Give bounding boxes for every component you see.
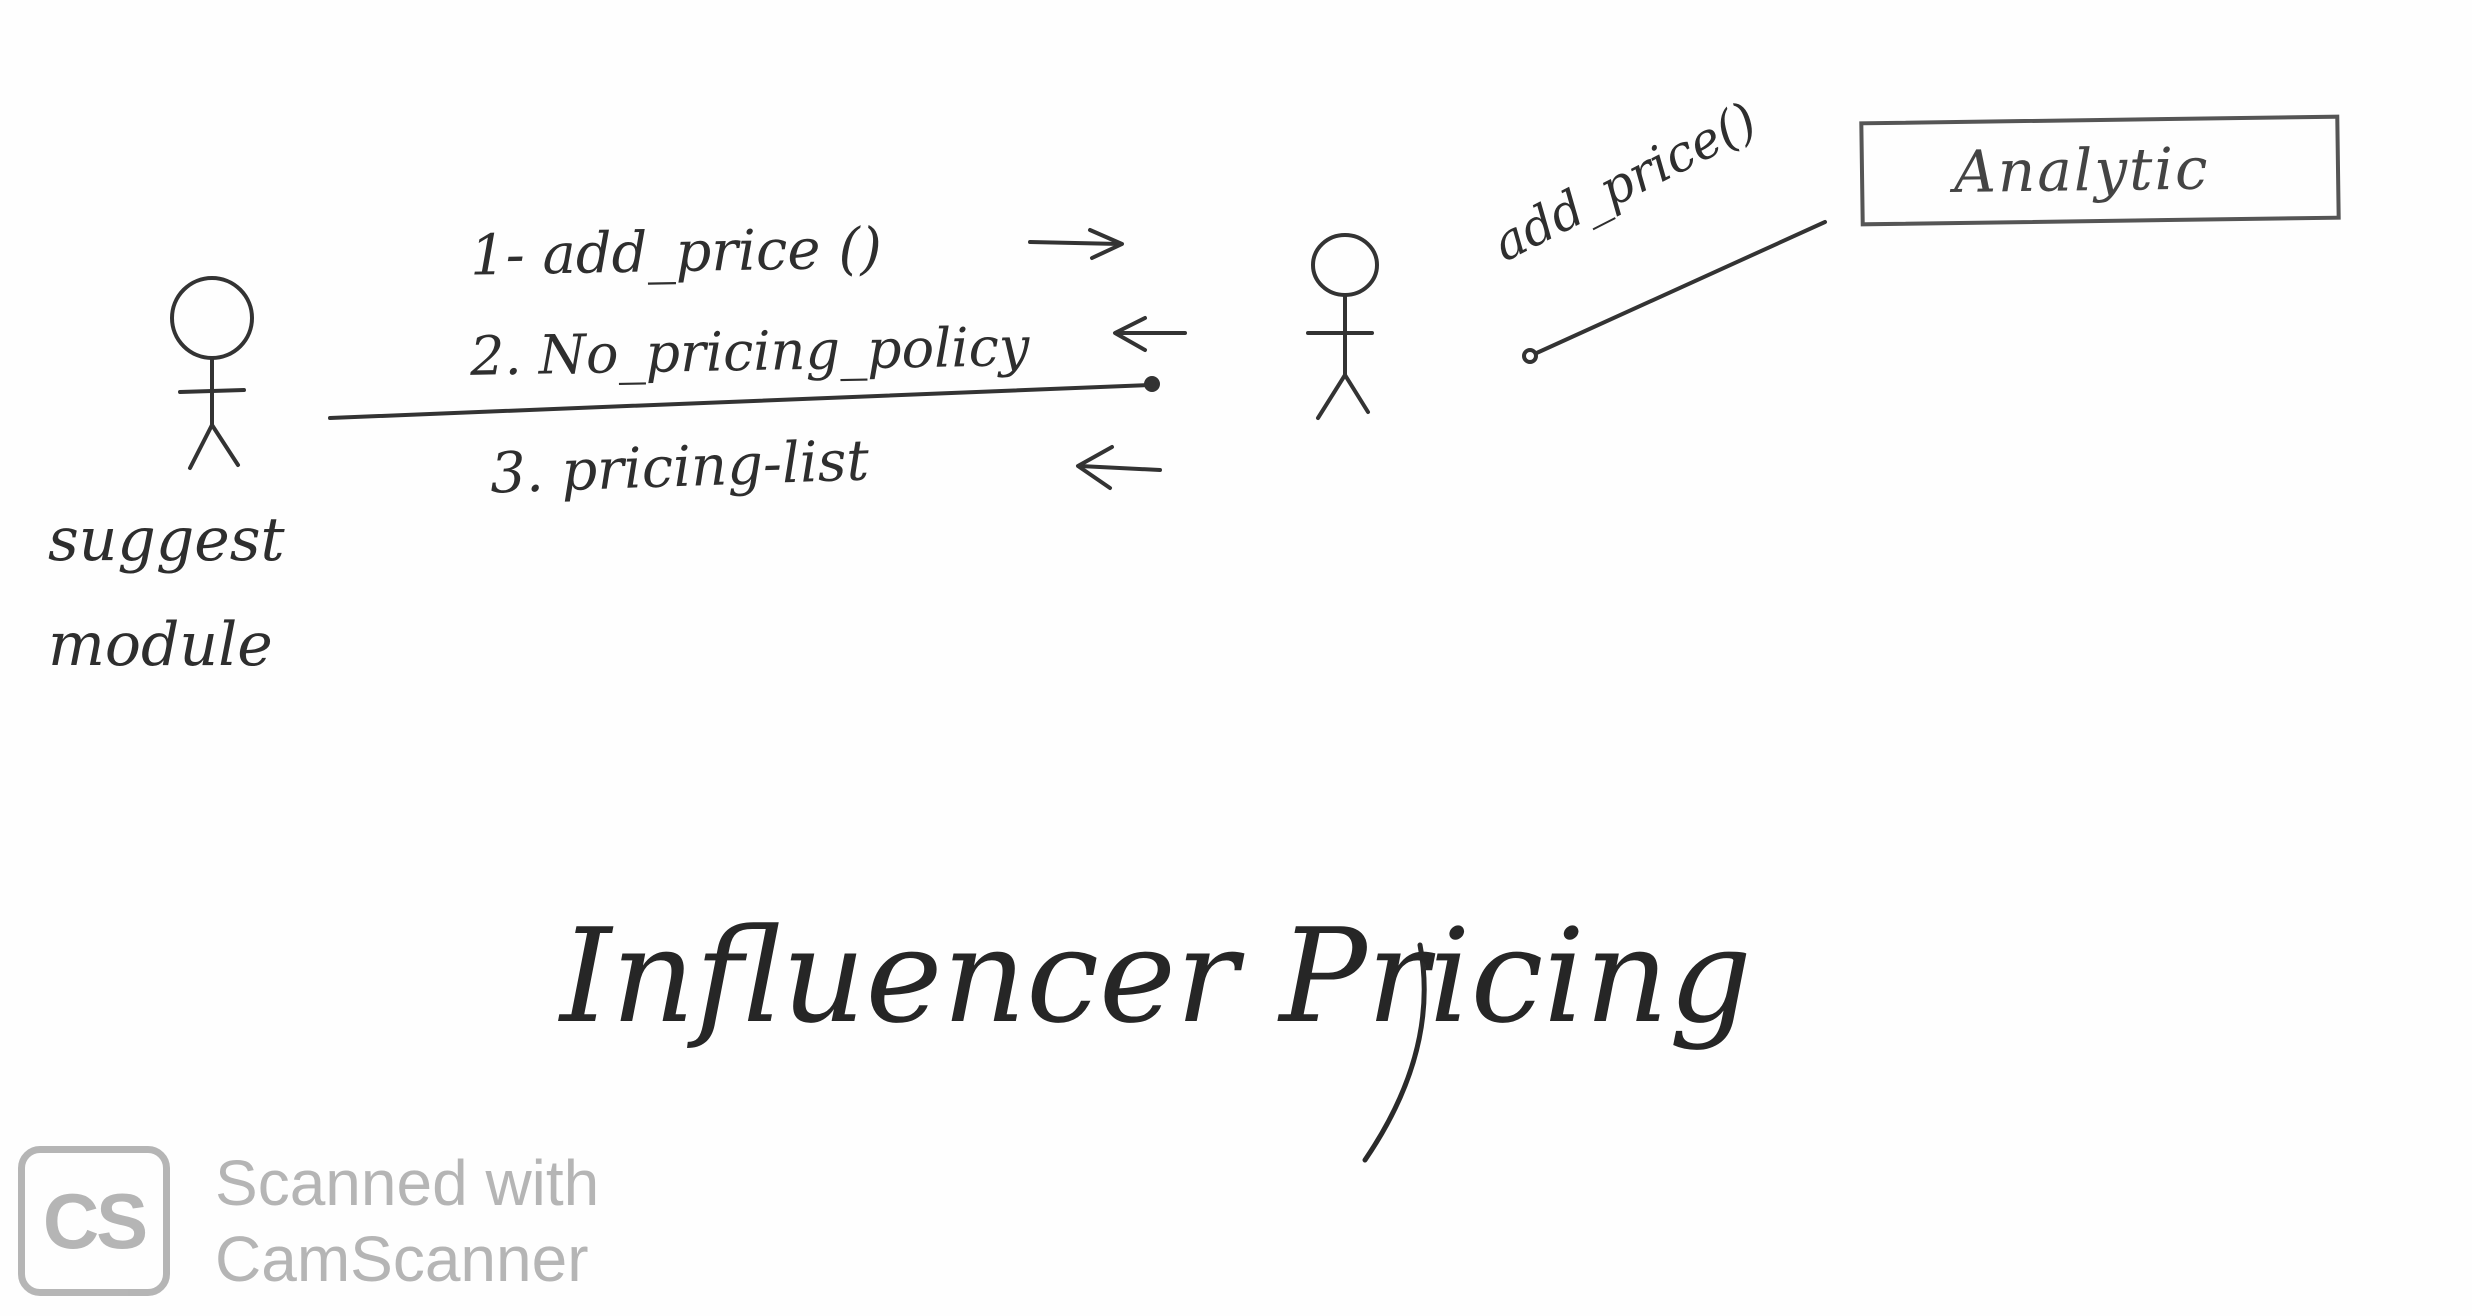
camscanner-watermark: CS Scanned with CamScanner [18, 1145, 599, 1297]
diagram-canvas: suggest module 1- add_price () 2. No_pri… [0, 0, 2472, 1316]
left-actor-arms [178, 388, 246, 394]
analytic-label: Analytic [1953, 134, 2210, 207]
actor-link-endpoint [1144, 376, 1160, 392]
middle-actor-right-leg [1343, 373, 1370, 414]
middle-actor-head [1311, 233, 1379, 297]
left-actor [170, 276, 254, 470]
camscanner-logo-icon: CS [18, 1146, 170, 1296]
diagram-title: Influencer Pricing [560, 900, 1752, 1052]
message-2-arrow [1113, 316, 1187, 352]
analytic-box: Analytic [1859, 114, 2341, 227]
message-2-label: 2. No_pricing_policy [469, 315, 1030, 388]
left-actor-label-line1: suggest [48, 505, 285, 575]
message-1-label: 1- add_price () [469, 216, 883, 289]
association-line [1528, 220, 1827, 358]
left-actor-head [170, 276, 254, 360]
message-1-arrow [1028, 228, 1124, 260]
message-3-arrow [1076, 445, 1162, 490]
actor-link-line [328, 383, 1152, 420]
middle-actor [1306, 233, 1379, 420]
watermark-text: Scanned with CamScanner [215, 1145, 599, 1297]
association-endpoint [1522, 348, 1538, 364]
watermark-line1: Scanned with [215, 1147, 600, 1219]
left-actor-left-leg [188, 423, 214, 470]
message-3-label: 3. pricing-list [488, 428, 870, 507]
watermark-line2: CamScanner [215, 1223, 589, 1295]
left-actor-label-line2: module [48, 610, 273, 680]
left-actor-right-leg [210, 423, 240, 467]
middle-actor-left-leg [1316, 373, 1347, 420]
